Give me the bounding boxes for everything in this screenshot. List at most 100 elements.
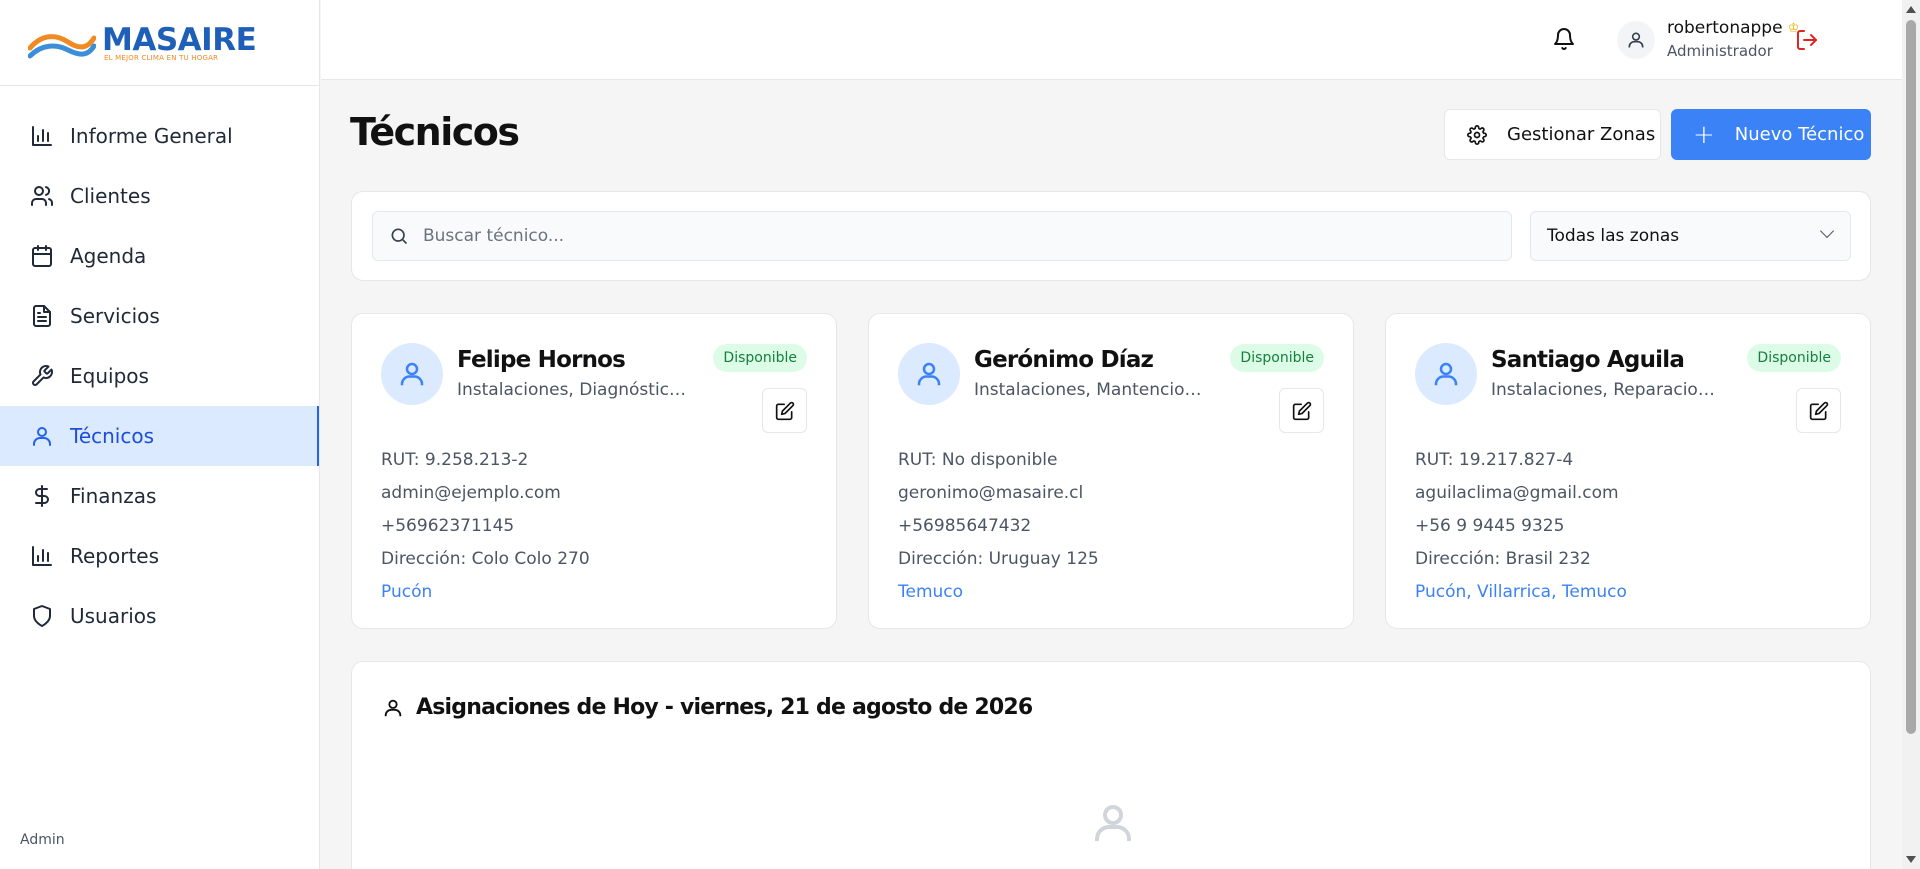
- technician-zones: Temuco: [898, 582, 964, 602]
- technician-details: RUT: 9.258.213-2 admin@ejemplo.com +5696…: [381, 444, 590, 609]
- avatar[interactable]: [1617, 21, 1655, 59]
- technician-phone: +56962371145: [381, 516, 515, 536]
- technician-card: Santiago Aguila Instalaciones, Reparacio…: [1385, 313, 1871, 629]
- sidebar-item-label: Usuarios: [70, 604, 157, 628]
- manage-zones-button[interactable]: Gestionar Zonas: [1444, 109, 1661, 160]
- logo-tagline: EL MEJOR CLIMA EN TU HOGAR: [104, 53, 219, 62]
- technician-email: admin@ejemplo.com: [381, 483, 561, 503]
- technician-phone: +56985647432: [898, 516, 1032, 536]
- search-icon: [391, 228, 408, 245]
- technician-details: RUT: No disponible geronimo@masaire.cl +…: [898, 444, 1099, 609]
- technician-rut: RUT: No disponible: [898, 450, 1058, 470]
- technician-name: Santiago Aguila: [1491, 347, 1685, 373]
- assignments-header: Asignaciones de Hoy - viernes, 21 de ago…: [382, 695, 1033, 720]
- sidebar-item-agenda[interactable]: Agenda: [0, 226, 319, 286]
- sidebar: MASAIRE EL MEJOR CLIMA EN TU HOGAR Infor…: [0, 0, 320, 869]
- sidebar-item-label: Técnicos: [70, 424, 155, 448]
- avatar: [898, 343, 960, 405]
- shield-icon: [33, 605, 51, 627]
- file-text-icon: [33, 305, 51, 327]
- search-input[interactable]: [423, 226, 1423, 246]
- logout-icon[interactable]: [1795, 28, 1819, 56]
- plus-icon: +: [1693, 119, 1715, 150]
- technician-email: geronimo@masaire.cl: [898, 483, 1084, 503]
- technician-zones: Pucón, Villarrica, Temuco: [1415, 582, 1627, 602]
- technician-address: Dirección: Brasil 232: [1415, 549, 1591, 569]
- sidebar-item-label: Informe General: [70, 124, 233, 148]
- user-info: robertonappe ♔ Administrador: [1667, 18, 1799, 60]
- empty-state-user-icon: [1089, 799, 1137, 847]
- sidebar-nav: Informe General Clientes Agenda Servicio…: [0, 106, 319, 646]
- sidebar-item-label: Clientes: [70, 184, 151, 208]
- new-technician-button[interactable]: + Nuevo Técnico: [1671, 109, 1871, 160]
- page-title: Técnicos: [350, 110, 520, 154]
- technician-skills: Instalaciones, Mantenciones, Reparacione…: [974, 380, 1204, 400]
- technician-zones: Pucón: [381, 582, 433, 602]
- filter-panel: Todas las zonas: [351, 191, 1871, 281]
- user-icon: [1434, 362, 1458, 386]
- sidebar-item-label: Reportes: [70, 544, 160, 568]
- edit-technician-button[interactable]: [762, 388, 807, 433]
- technician-details: RUT: 19.217.827-4 aguilaclima@gmail.com …: [1415, 444, 1627, 609]
- zone-filter-value: Todas las zonas: [1547, 226, 1680, 246]
- status-badge: Disponible: [713, 344, 807, 372]
- scroll-down-arrow-icon[interactable]: [1906, 856, 1916, 863]
- sidebar-item-label: Servicios: [70, 304, 160, 328]
- logo-waves-icon: [28, 33, 96, 58]
- status-badge: Disponible: [1747, 344, 1841, 372]
- assignments-title: Asignaciones de Hoy - viernes, 21 de ago…: [416, 695, 1033, 720]
- scroll-up-arrow-icon[interactable]: [1906, 6, 1916, 13]
- avatar: [381, 343, 443, 405]
- logo-name-part2: AIRE: [177, 21, 257, 58]
- manage-zones-label: Gestionar Zonas: [1507, 124, 1656, 145]
- edit-icon: [1292, 401, 1311, 420]
- assignments-panel: Asignaciones de Hoy - viernes, 21 de ago…: [351, 661, 1871, 869]
- user-icon: [400, 362, 424, 386]
- user-icon: [917, 362, 941, 386]
- technician-skills: Instalaciones, Reparaciones, Mantencione…: [1491, 380, 1721, 400]
- sidebar-item-label: Equipos: [70, 364, 149, 388]
- user-icon: [33, 427, 51, 446]
- technician-rut: RUT: 9.258.213-2: [381, 450, 529, 470]
- dollar-icon: [35, 485, 49, 507]
- sidebar-item-reportes[interactable]: Reportes: [0, 526, 319, 586]
- scrollbar-thumb[interactable]: [1906, 20, 1916, 734]
- technician-name: Gerónimo Díaz: [974, 347, 1154, 373]
- sidebar-footer: Admin: [20, 832, 65, 848]
- logo-name-part1: MAS: [102, 21, 178, 58]
- chevron-down-icon: [1819, 223, 1835, 239]
- top-header: robertonappe ♔ Administrador: [321, 0, 1902, 80]
- vertical-scrollbar[interactable]: [1902, 0, 1920, 869]
- avatar: [1415, 343, 1477, 405]
- status-badge: Disponible: [1230, 344, 1324, 372]
- sidebar-item-servicios[interactable]: Servicios: [0, 286, 319, 346]
- technician-card: Gerónimo Díaz Instalaciones, Mantencione…: [868, 313, 1354, 629]
- edit-technician-button[interactable]: [1796, 388, 1841, 433]
- technician-address: Dirección: Uruguay 125: [898, 549, 1099, 569]
- edit-technician-button[interactable]: [1279, 388, 1324, 433]
- technician-rut: RUT: 19.217.827-4: [1415, 450, 1574, 470]
- gear-icon: [1467, 124, 1487, 145]
- zone-filter-select[interactable]: Todas las zonas: [1530, 211, 1851, 261]
- search-box[interactable]: [372, 211, 1512, 261]
- technician-card: Felipe Hornos Instalaciones, Diagnóstico…: [351, 313, 837, 629]
- notifications-bell-icon[interactable]: [1552, 27, 1576, 51]
- logo[interactable]: MASAIRE EL MEJOR CLIMA EN TU HOGAR: [0, 0, 319, 86]
- technician-skills: Instalaciones, Diagnóstico, Mantenciones: [457, 380, 687, 400]
- edit-icon: [775, 401, 794, 420]
- sidebar-item-tecnicos[interactable]: Técnicos: [0, 406, 319, 466]
- new-technician-label: Nuevo Técnico: [1734, 124, 1865, 145]
- sidebar-item-informe-general[interactable]: Informe General: [0, 106, 319, 166]
- calendar-icon: [32, 245, 52, 267]
- technician-address: Dirección: Colo Colo 270: [381, 549, 590, 569]
- sidebar-item-usuarios[interactable]: Usuarios: [0, 586, 319, 646]
- sidebar-item-clientes[interactable]: Clientes: [0, 166, 319, 226]
- users-icon: [31, 186, 54, 206]
- user-icon: [1628, 32, 1644, 48]
- sidebar-item-equipos[interactable]: Equipos: [0, 346, 319, 406]
- bar-chart-icon: [32, 546, 52, 566]
- sidebar-item-finanzas[interactable]: Finanzas: [0, 466, 319, 526]
- wrench-icon: [32, 365, 53, 386]
- technician-email: aguilaclima@gmail.com: [1415, 483, 1619, 503]
- user-icon: [384, 699, 402, 716]
